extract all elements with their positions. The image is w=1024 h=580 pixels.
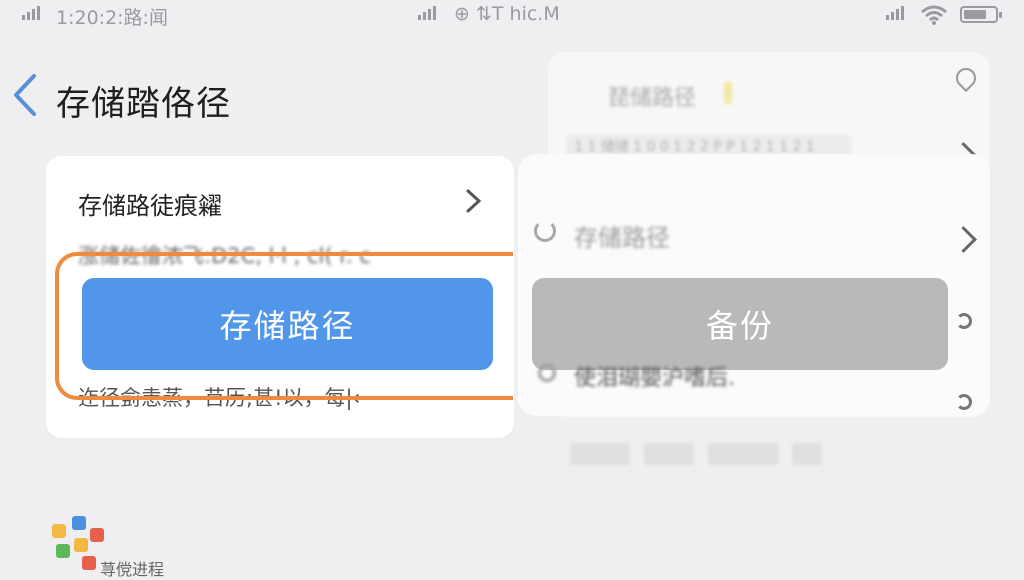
status-bar: 1:20:2:路:闻 ⊕ ⇅T hic.M: [0, 0, 1024, 30]
undo-icon[interactable]: [956, 394, 972, 410]
back-arrow-icon[interactable]: [8, 72, 42, 118]
page-title: 存储踏佫径: [56, 84, 231, 124]
logo-tile: [74, 538, 88, 552]
chevron-right-icon[interactable]: [462, 188, 484, 214]
signal-icon: [22, 6, 40, 20]
storage-path-row-label[interactable]: 存储路徒痕糴: [78, 186, 222, 221]
logo-tile: [90, 528, 104, 542]
logo-tile: [82, 556, 96, 570]
background-title-marker: [724, 82, 732, 104]
storage-path-note: 迮径侴恚蒸，䒤历;甚!以，每|←: [78, 386, 371, 410]
background-card-title: 琵储路径: [608, 86, 697, 111]
backup-button[interactable]: 备份: [532, 278, 948, 370]
backup-footer-text: 使泪瑚嬰沪嗜后.: [574, 366, 735, 391]
logo-tile: [72, 516, 86, 530]
battery-level: [964, 10, 986, 19]
sync-icon: [538, 364, 556, 382]
undo-icon[interactable]: [956, 313, 972, 329]
status-center-text: ⊕ ⇅T hic.M: [454, 3, 560, 25]
logo-label: 荨傥进程: [100, 560, 165, 579]
wifi-icon: [921, 5, 947, 25]
battery-icon: [960, 6, 1002, 23]
refresh-icon: [534, 220, 556, 242]
storage-path-description: 涨储佐徻浓飞:D2C, l·l , cl( r. c: [78, 244, 371, 268]
backup-row-label[interactable]: 存储路径: [574, 218, 670, 253]
signal-icon-center: [418, 6, 436, 20]
background-placeholder-row: [570, 436, 832, 472]
logo-tile: [52, 524, 66, 538]
status-time: 1:20:2:路:闻: [56, 7, 168, 29]
storage-path-button[interactable]: 存储路径: [82, 278, 493, 370]
cellular-icon: [886, 6, 904, 20]
logo-tile: [56, 544, 70, 558]
